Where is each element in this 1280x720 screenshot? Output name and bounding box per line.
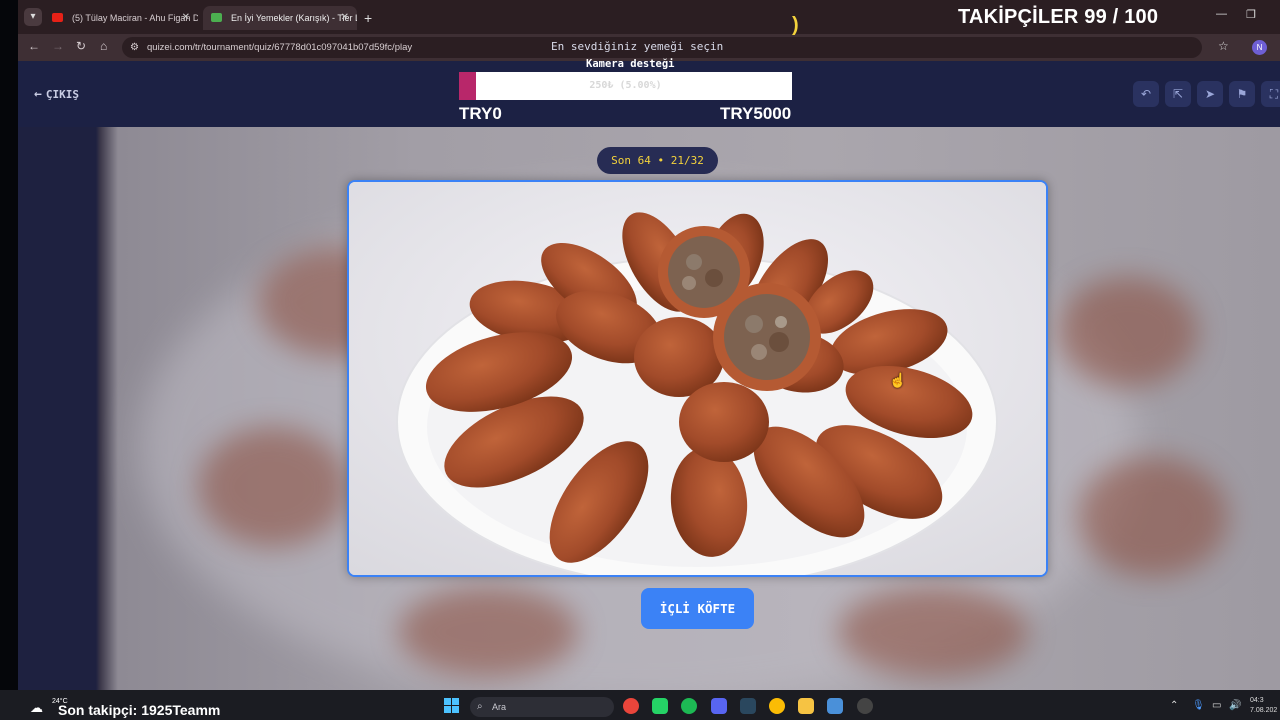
discord-icon[interactable] — [711, 698, 727, 714]
minimize-icon[interactable]: — — [1216, 8, 1227, 20]
camera-support-label: Kamera desteği — [586, 58, 675, 70]
app-icon[interactable] — [827, 698, 843, 714]
donation-progress-text: 250₺ (5.00%) — [589, 80, 662, 91]
clock-time: 04:3 — [1250, 697, 1264, 704]
background-blur — [398, 587, 578, 677]
profile-avatar[interactable]: N — [1252, 40, 1267, 55]
tab-quizei[interactable]: En İyi Yemekler (Karışık) - Tier L ✕ — [203, 6, 357, 30]
goal-max-label: TRY5000 — [720, 104, 792, 123]
background-blur — [838, 587, 1028, 677]
send-icon[interactable]: ➤ — [1197, 81, 1223, 107]
new-tab-button[interactable]: + — [364, 6, 372, 30]
taskbar-search-input[interactable]: ⌕ Ara — [470, 697, 614, 717]
windows-start-icon[interactable] — [444, 698, 459, 713]
close-icon[interactable]: ✕ — [182, 6, 190, 30]
system-clock[interactable]: 04:3 7.08.202 — [1250, 696, 1277, 716]
round-indicator: Son 64 • 21/32 — [597, 147, 718, 174]
whatsapp-icon[interactable] — [652, 698, 668, 714]
quiz-subtitle: En sevdiğiniz yemeği seçin — [551, 40, 724, 53]
tab-title: En İyi Yemekler (Karışık) - Tier L — [231, 13, 357, 23]
quizei-icon — [211, 13, 222, 22]
restore-icon[interactable]: ❐ — [1246, 8, 1256, 21]
windows-taskbar: ☁ 24°C Son takipçi: 1925Teamm ⌕ Ara ⌃ 🎙 … — [0, 690, 1280, 720]
tab-search-button[interactable]: ▾ — [24, 8, 42, 26]
arrow-left-icon: ← — [34, 87, 42, 102]
donation-progress-bar: 250₺ (5.00%) — [459, 72, 792, 100]
background-blur — [1058, 277, 1198, 387]
hand-cursor-icon: ☝ — [889, 372, 907, 388]
chevron-up-icon[interactable]: ⌃ — [1170, 700, 1178, 711]
search-placeholder: Ara — [492, 702, 507, 712]
file-explorer-icon[interactable] — [798, 698, 814, 714]
goal-min-label: TRY0 — [459, 104, 502, 123]
volume-icon[interactable]: 🔊 — [1229, 700, 1241, 711]
exit-label: ÇIKIŞ — [45, 88, 79, 101]
back-icon[interactable]: ← — [28, 39, 40, 53]
weather-icon: ☁ — [30, 700, 43, 715]
background-blur — [1078, 457, 1228, 577]
reload-icon[interactable]: ↻ — [76, 39, 86, 53]
network-icon[interactable]: ▭ — [1212, 700, 1221, 711]
tab-title: (5) Tülay Maciran - Ahu Figan D — [72, 13, 198, 23]
url-text: quizei.com/tr/tournament/quiz/67778d01c0… — [147, 42, 413, 53]
chrome-icon[interactable] — [769, 698, 785, 714]
obs-icon[interactable] — [857, 698, 873, 714]
steam-icon[interactable] — [740, 698, 756, 714]
bookmark-star-icon[interactable]: ☆ — [1218, 39, 1229, 53]
background-blur — [198, 427, 348, 547]
chrome-icon[interactable] — [623, 698, 639, 714]
forward-icon[interactable]: → — [52, 39, 64, 53]
browser-tab-bar: ▾ (5) Tülay Maciran - Ahu Figan D ✕ En İ… — [18, 0, 1280, 34]
last-follower-label: Son takipçi: 1925Teamm — [58, 702, 221, 718]
fullscreen-icon[interactable]: ⛶ — [1261, 81, 1280, 107]
close-icon[interactable]: ✕ — [341, 6, 349, 30]
title-fragment: ) — [792, 14, 799, 36]
undo-icon[interactable]: ↶ — [1133, 81, 1159, 107]
tab-youtube[interactable]: (5) Tülay Maciran - Ahu Figan D ✕ — [44, 6, 198, 30]
flag-icon[interactable]: ⚑ — [1229, 81, 1255, 107]
search-icon: ⌕ — [477, 701, 483, 712]
home-icon[interactable]: ⌂ — [100, 39, 107, 53]
clock-date: 7.08.202 — [1250, 707, 1278, 714]
food-photo — [349, 182, 1046, 575]
choice-button[interactable]: İÇLİ KÖFTE — [641, 588, 754, 629]
microphone-icon[interactable]: 🎙 — [1192, 700, 1205, 711]
spotify-icon[interactable] — [681, 698, 697, 714]
share-icon[interactable]: ⇱ — [1165, 81, 1191, 107]
followers-goal: TAKİPÇİLER 99 / 100 — [958, 6, 1159, 28]
choice-image-card[interactable] — [347, 180, 1048, 577]
exit-button[interactable]: ← ÇIKIŞ — [34, 87, 79, 102]
youtube-icon — [52, 13, 63, 22]
left-edge — [0, 0, 18, 690]
site-info-icon[interactable]: ⚙ — [130, 37, 139, 58]
